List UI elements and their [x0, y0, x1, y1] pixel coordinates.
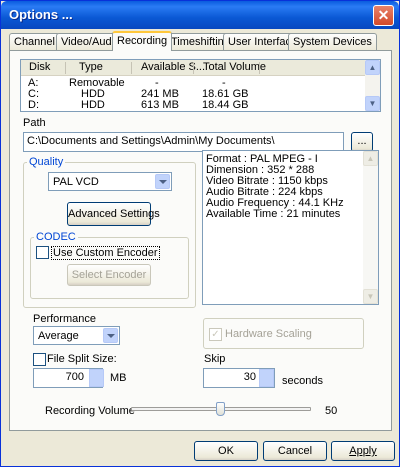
performance-label: Performance — [33, 313, 96, 325]
arrow-down-icon: ▼ — [363, 289, 378, 304]
disk-list-header: Disk Type Available S... Total Volume — [21, 60, 366, 76]
file-split-unit: MB — [110, 372, 127, 384]
skip-unit: seconds — [282, 375, 323, 387]
file-split-spinner[interactable] — [89, 369, 104, 387]
advanced-settings-button[interactable]: Advanced Settings — [67, 202, 160, 226]
codec-group-label: CODEC — [34, 231, 78, 243]
arrow-up-icon[interactable]: ▲ — [365, 60, 380, 75]
column-total-volume[interactable]: Total Volume — [195, 61, 266, 73]
skip-spinner[interactable] — [259, 369, 274, 387]
info-available-time: Available Time : 21 minutes — [206, 208, 341, 220]
cell-total: 18.44 GB — [202, 99, 249, 111]
skip-label: Skip — [204, 353, 226, 365]
disk-list[interactable]: Disk Type Available S... Total Volume A:… — [20, 59, 381, 112]
file-split-checkbox[interactable] — [33, 353, 46, 366]
quality-select-value: PAL VCD — [53, 176, 99, 188]
hardware-scaling-checkbox[interactable]: ✓ — [209, 328, 222, 341]
performance-select[interactable]: Average — [33, 326, 120, 345]
column-disk[interactable]: Disk — [21, 61, 50, 73]
performance-select-value: Average — [38, 330, 79, 342]
close-icon: ✕ — [377, 7, 390, 23]
cancel-button[interactable]: Cancel — [263, 441, 327, 461]
recording-volume-slider[interactable] — [216, 402, 225, 416]
chevron-down-icon[interactable] — [103, 328, 118, 343]
path-input[interactable]: C:\Documents and Settings\Admin\My Docum… — [23, 132, 344, 152]
table-row[interactable]: D: HDD 613 MB 18.44 GB — [21, 99, 366, 111]
file-split-label: File Split Size: — [47, 353, 117, 365]
chevron-down-icon[interactable] — [155, 174, 170, 189]
arrow-up-icon: ▲ — [363, 151, 378, 166]
tab-recording[interactable]: Recording — [112, 31, 173, 51]
format-info-text: Format : PAL MPEG - I Dimension : 352 * … — [206, 154, 344, 220]
tab-system-devices[interactable]: System Devices — [288, 33, 377, 50]
select-encoder-button[interactable]: Select Encoder — [67, 264, 151, 286]
use-custom-encoder-label[interactable]: Use Custom Encoder — [51, 246, 160, 260]
arrow-down-icon[interactable]: ▼ — [365, 96, 380, 111]
recording-volume-label: Recording Volume — [45, 405, 135, 417]
quality-group-label: Quality — [27, 156, 66, 168]
apply-button[interactable]: Apply — [331, 441, 395, 461]
tab-channel[interactable]: Channel — [9, 33, 60, 50]
use-custom-encoder-checkbox[interactable] — [36, 246, 49, 259]
quality-select[interactable]: PAL VCD — [48, 172, 172, 191]
path-label: Path — [23, 117, 46, 129]
window-title: Options ... — [9, 7, 73, 22]
cell-available: 613 MB — [141, 99, 179, 111]
browse-button[interactable]: ... — [351, 132, 373, 152]
format-info-box: Format : PAL MPEG - I Dimension : 352 * … — [202, 150, 379, 305]
cell-disk: D: — [28, 99, 39, 111]
cell-type: HDD — [81, 99, 105, 111]
options-dialog: Options ... ✕ Channel Video/Audio Record… — [0, 0, 400, 467]
info-scrollbar[interactable]: ▲ ▼ — [363, 151, 378, 304]
column-type[interactable]: Type — [71, 61, 103, 73]
disk-list-scrollbar[interactable]: ▲ ▼ — [365, 60, 380, 111]
close-button[interactable]: ✕ — [373, 5, 394, 26]
ok-button[interactable]: OK — [194, 441, 258, 461]
title-bar: Options ... ✕ — [1, 1, 399, 29]
hardware-scaling-label: Hardware Scaling — [225, 328, 312, 340]
recording-volume-value: 50 — [325, 405, 338, 417]
